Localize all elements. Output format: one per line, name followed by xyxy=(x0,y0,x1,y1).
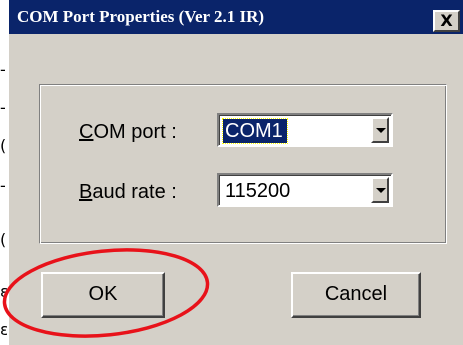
close-icon: X xyxy=(440,11,453,30)
background-fragment: ( xyxy=(0,232,7,248)
background-window-strip: - - ( - ( ε ε xyxy=(0,0,8,345)
settings-group xyxy=(39,84,447,244)
background-fragment: - xyxy=(0,62,6,78)
chevron-down-icon xyxy=(376,128,386,133)
baud-rate-label: Baud rate : xyxy=(79,181,177,203)
chevron-down-icon xyxy=(376,188,386,193)
com-port-value: COM1 xyxy=(222,118,288,144)
com-port-dropdown-button[interactable] xyxy=(371,117,389,143)
baud-rate-select[interactable]: 115200 xyxy=(217,173,393,207)
background-fragment: ε xyxy=(0,322,7,338)
title-bar[interactable]: COM Port Properties (Ver 2.1 IR) X xyxy=(9,0,463,34)
com-port-properties-dialog: COM Port Properties (Ver 2.1 IR) X COM p… xyxy=(8,0,463,345)
background-fragment: ε xyxy=(0,284,7,300)
baud-rate-value: 115200 xyxy=(225,180,291,202)
close-button[interactable]: X xyxy=(433,10,460,32)
com-port-label: COM port : xyxy=(79,121,177,143)
background-fragment: ( xyxy=(0,138,7,154)
cancel-button[interactable]: Cancel xyxy=(291,272,421,318)
background-fragment: - xyxy=(0,178,6,194)
window-title: COM Port Properties (Ver 2.1 IR) xyxy=(17,7,265,26)
baud-rate-dropdown-button[interactable] xyxy=(371,177,389,203)
com-port-select[interactable]: COM1 xyxy=(217,113,393,147)
ok-button[interactable]: OK xyxy=(41,272,165,318)
background-fragment: - xyxy=(0,100,6,116)
